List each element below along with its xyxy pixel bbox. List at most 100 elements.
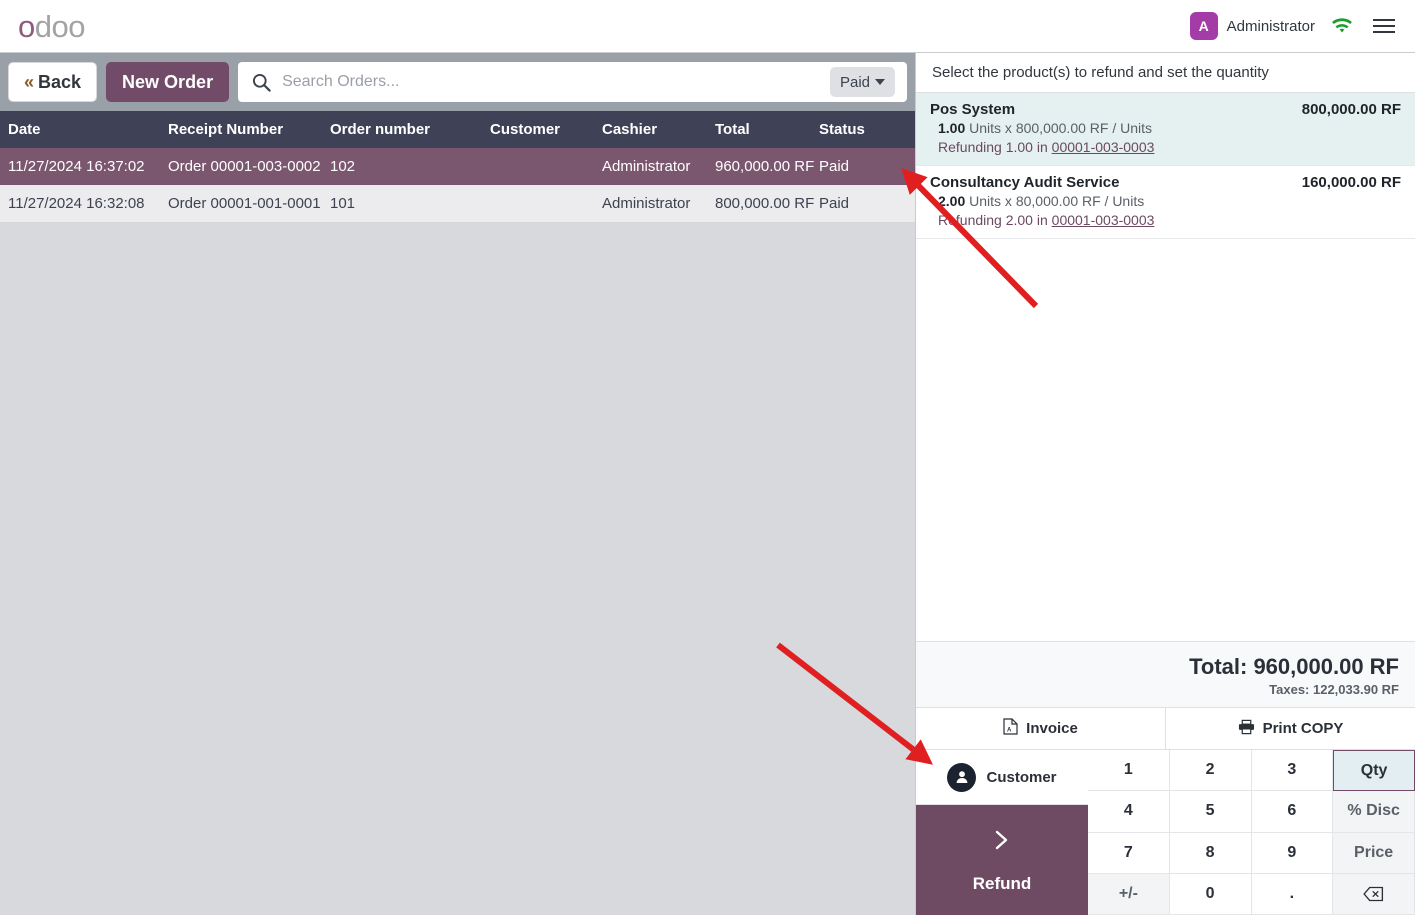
refund-line-reference-link[interactable]: 00001-003-0003	[1052, 139, 1155, 155]
refund-line-reference-link[interactable]: 00001-003-0003	[1052, 212, 1155, 228]
customer-button[interactable]: Customer	[916, 750, 1088, 805]
refund-panel: Select the product(s) to refund and set …	[915, 53, 1415, 915]
numpad-key-6[interactable]: 6	[1251, 791, 1334, 833]
order-taxes-amount: Taxes: 122,033.90 RF	[1269, 682, 1399, 697]
refund-line-price: 800,000.00 RF	[1301, 101, 1401, 118]
numpad-backspace-icon[interactable]	[1333, 873, 1415, 915]
status-filter-label: Paid	[839, 73, 870, 91]
cell-total: 800,000.00 RF	[715, 185, 819, 222]
topbar-right-group: A Administrator	[1189, 12, 1415, 40]
col-header-receipt[interactable]: Receipt Number	[168, 111, 330, 148]
back-button-label: Back	[38, 71, 82, 92]
pdf-file-icon: A	[1003, 718, 1018, 739]
numpad-mode-discount[interactable]: % Disc	[1333, 791, 1415, 833]
order-actions-bar: A Invoice Print COPY	[916, 707, 1415, 750]
order-total-amount: Total: 960,000.00 RF	[1189, 654, 1399, 679]
print-copy-button-label: Print COPY	[1262, 720, 1344, 737]
hamburger-menu-icon[interactable]	[1369, 18, 1399, 34]
refund-line-qty-row: 2.00 Units x 80,000.00 RF / Units	[930, 193, 1401, 209]
user-menu[interactable]: A Administrator	[1189, 12, 1315, 40]
numpad-key-7[interactable]: 7	[1088, 832, 1170, 874]
customer-button-label: Customer	[986, 768, 1057, 786]
wifi-icon[interactable]	[1331, 17, 1353, 35]
col-header-total[interactable]: Total	[715, 111, 819, 148]
chevron-right-icon	[992, 827, 1012, 858]
numpad-key-3[interactable]: 3	[1251, 750, 1334, 792]
refund-line-qty: 2.00	[938, 193, 966, 209]
back-button[interactable]: « Back	[8, 62, 98, 102]
col-header-customer[interactable]: Customer	[490, 111, 602, 148]
search-icon	[252, 73, 271, 92]
numpad-key-1[interactable]: 1	[1088, 750, 1170, 792]
list-item[interactable]: Consultancy Audit Service 160,000.00 RF …	[916, 166, 1415, 239]
numpad-mode-qty[interactable]: Qty	[1333, 750, 1415, 792]
numpad-mode-price[interactable]: Price	[1333, 832, 1415, 874]
cell-order-number: 101	[330, 185, 490, 222]
printer-icon	[1238, 719, 1255, 739]
refund-line-qty-row: 1.00 Units x 800,000.00 RF / Units	[930, 120, 1401, 136]
status-filter-button[interactable]: Paid	[829, 67, 895, 97]
table-row[interactable]: 11/27/2024 16:37:02 Order 00001-003-0002…	[0, 148, 915, 185]
app-topbar: odoo A Administrator	[0, 0, 1415, 53]
cell-cashier: Administrator	[602, 148, 715, 185]
numpad-key-8[interactable]: 8	[1169, 832, 1252, 874]
cell-receipt: Order 00001-003-0002	[168, 148, 330, 185]
col-header-cashier[interactable]: Cashier	[602, 111, 715, 148]
user-name: Administrator	[1226, 17, 1315, 35]
list-item[interactable]: Pos System 800,000.00 RF 1.00 Units x 80…	[916, 93, 1415, 166]
numpad-key-9[interactable]: 9	[1251, 832, 1334, 874]
logo-rest: doo	[34, 8, 86, 44]
odoo-logo[interactable]: odoo	[18, 11, 85, 42]
col-header-status[interactable]: Status	[819, 111, 915, 148]
col-header-date[interactable]: Date	[0, 111, 168, 148]
cell-customer	[490, 185, 602, 222]
cell-receipt: Order 00001-001-0001	[168, 185, 330, 222]
refund-button-label: Refund	[972, 873, 1032, 893]
chevron-down-icon	[875, 79, 885, 85]
refund-bottom-area: Customer Refund 1 2 3 Qty 4 5 6 % Disc 7…	[916, 750, 1415, 915]
cell-customer	[490, 148, 602, 185]
numpad-key-2[interactable]: 2	[1169, 750, 1252, 792]
new-order-button[interactable]: New Order	[106, 62, 230, 102]
cell-date: 11/27/2024 16:37:02	[0, 148, 168, 185]
print-copy-button[interactable]: Print COPY	[1165, 708, 1415, 749]
refund-line-unit-text: Units x 800,000.00 RF / Units	[969, 120, 1153, 136]
refund-line-status: Refunding 2.00 in 00001-003-0003	[930, 212, 1401, 228]
numpad-key-0[interactable]: 0	[1169, 873, 1252, 915]
orders-header-row: Date Receipt Number Order number Custome…	[0, 111, 915, 148]
refund-lines-list: Pos System 800,000.00 RF 1.00 Units x 80…	[916, 93, 1415, 641]
back-chevron-icon: «	[24, 71, 35, 92]
refund-line-qty: 1.00	[938, 120, 966, 136]
svg-text:A: A	[1007, 728, 1012, 734]
numpad-key-5[interactable]: 5	[1169, 791, 1252, 833]
invoice-button-label: Invoice	[1026, 720, 1078, 737]
orders-table-head: Date Receipt Number Order number Custome…	[0, 111, 915, 148]
refund-button[interactable]: Refund	[916, 805, 1088, 915]
cell-order-number: 102	[330, 148, 490, 185]
refund-line-status: Refunding 1.00 in 00001-003-0003	[930, 139, 1401, 155]
refund-left-column: Customer Refund	[916, 750, 1088, 915]
numpad-key-plusminus[interactable]: +/-	[1088, 873, 1170, 915]
cell-status: Paid	[819, 148, 915, 185]
order-list-pane: « Back New Order Paid Date Receipt Numbe…	[0, 53, 915, 915]
order-totals: Total: 960,000.00 RF Taxes: 122,033.90 R…	[916, 641, 1415, 707]
refund-line-product-name: Pos System	[930, 101, 1016, 118]
main-body: « Back New Order Paid Date Receipt Numbe…	[0, 53, 1415, 915]
search-input[interactable]	[282, 73, 819, 91]
numpad-key-decimal[interactable]: .	[1251, 873, 1334, 915]
order-list-toolbar: « Back New Order Paid	[0, 53, 915, 111]
person-icon	[947, 762, 977, 792]
refund-panel-header: Select the product(s) to refund and set …	[916, 53, 1415, 93]
refund-line-top: Pos System 800,000.00 RF	[930, 101, 1401, 118]
invoice-button[interactable]: A Invoice	[916, 708, 1165, 749]
table-row[interactable]: 11/27/2024 16:32:08 Order 00001-001-0001…	[0, 185, 915, 222]
search-orders-box: Paid	[238, 62, 907, 102]
cell-cashier: Administrator	[602, 185, 715, 222]
numpad: 1 2 3 Qty 4 5 6 % Disc 7 8 9 Price +/- 0…	[1088, 750, 1415, 915]
refund-line-top: Consultancy Audit Service 160,000.00 RF	[930, 174, 1401, 191]
cell-total: 960,000.00 RF	[715, 148, 819, 185]
orders-table-body: 11/27/2024 16:37:02 Order 00001-003-0002…	[0, 148, 915, 222]
numpad-key-4[interactable]: 4	[1088, 791, 1170, 833]
cell-date: 11/27/2024 16:32:08	[0, 185, 168, 222]
col-header-order-number[interactable]: Order number	[330, 111, 490, 148]
